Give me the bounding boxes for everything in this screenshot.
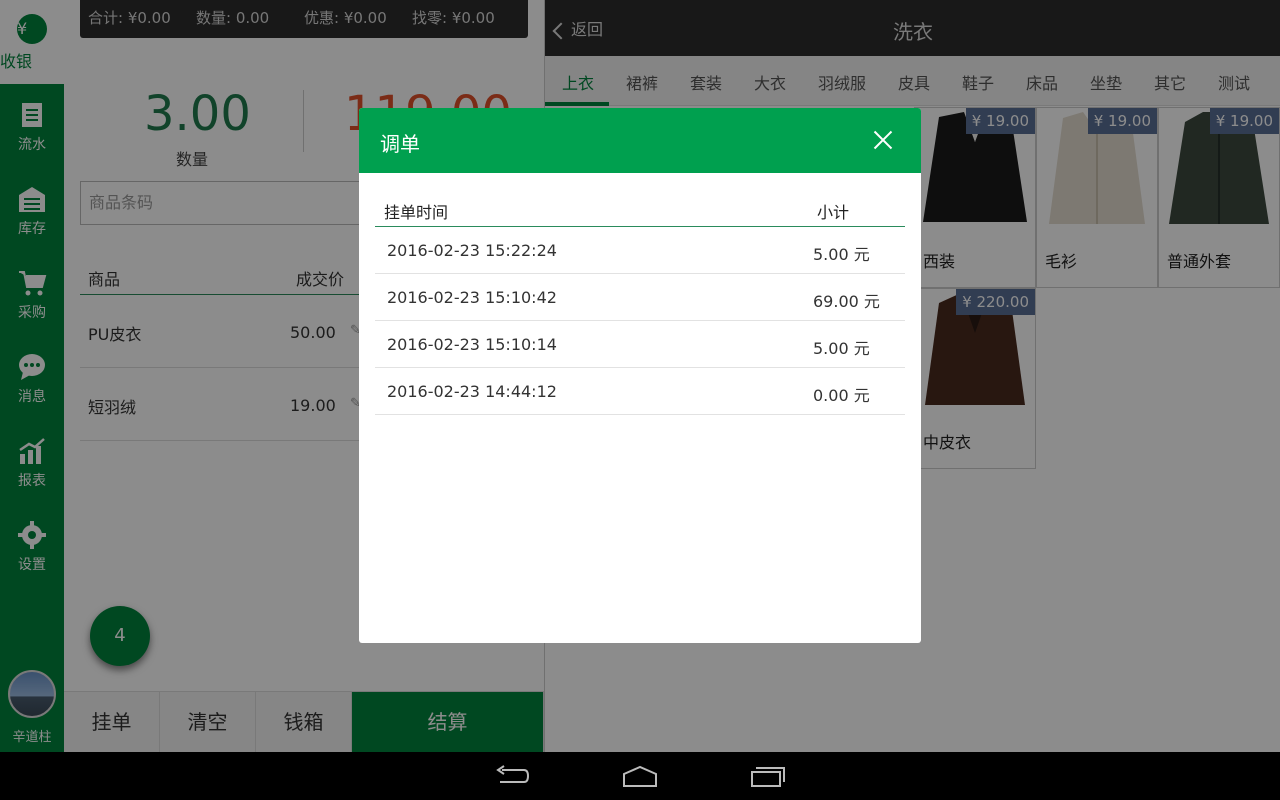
home-nav-icon[interactable] [622, 764, 658, 788]
column-header-subtotal: 小计 [817, 203, 850, 222]
list-item[interactable]: 2016-02-23 15:10:42 69.00 元 [375, 274, 905, 321]
close-icon[interactable] [869, 126, 897, 154]
held-subtotal: 5.00 元 [813, 339, 870, 358]
dialog-title: 调单 [380, 132, 420, 156]
dialog-header: 调单 [359, 108, 921, 173]
system-nav-bar [0, 752, 1280, 800]
column-header-time: 挂单时间 [384, 203, 449, 222]
held-time: 2016-02-23 15:10:14 [387, 335, 557, 354]
list-item[interactable]: 2016-02-23 14:44:12 0.00 元 [375, 368, 905, 415]
hold-orders-dialog: 调单 挂单时间 小计 2016-02-23 15:22:24 5.00 元 20… [359, 108, 921, 643]
held-time: 2016-02-23 15:22:24 [387, 241, 557, 260]
held-subtotal: 0.00 元 [813, 386, 870, 405]
held-subtotal: 5.00 元 [813, 245, 870, 264]
held-time: 2016-02-23 14:44:12 [387, 382, 557, 401]
back-nav-icon[interactable] [494, 764, 530, 788]
list-item[interactable]: 2016-02-23 15:10:14 5.00 元 [375, 321, 905, 368]
held-subtotal: 69.00 元 [813, 292, 880, 311]
held-time: 2016-02-23 15:10:42 [387, 288, 557, 307]
list-item[interactable]: 2016-02-23 15:22:24 5.00 元 [375, 227, 905, 274]
recents-nav-icon[interactable] [750, 764, 786, 788]
